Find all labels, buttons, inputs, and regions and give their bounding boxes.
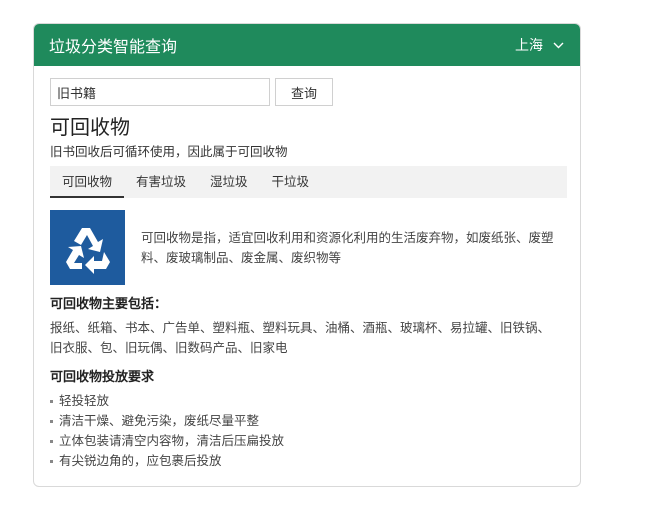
list-item: 立体包装请清空内容物，清洁后压扁投放 [50, 431, 564, 451]
requirements-title: 可回收物投放要求 [50, 370, 155, 385]
result-category: 可回收物 [50, 115, 130, 139]
search-input[interactable] [50, 78, 270, 106]
tab-wet[interactable]: 湿垃圾 [198, 166, 260, 198]
card-header: 垃圾分类智能查询 上海 [34, 24, 580, 66]
query-button[interactable]: 查询 [275, 78, 333, 106]
requirements-list: 轻投轻放 清洁干燥、避免污染，废纸尽量平整 立体包装请清空内容物，清洁后压扁投放… [50, 391, 564, 471]
chevron-down-icon [553, 42, 564, 48]
city-selector[interactable]: 上海 [515, 35, 564, 55]
includes-text: 报纸、纸箱、书本、广告单、塑料瓶、塑料玩具、油桶、酒瓶、玻璃杯、易拉罐、旧铁锅、… [50, 320, 551, 355]
list-item: 轻投轻放 [50, 391, 564, 411]
card-title: 垃圾分类智能查询 [49, 37, 178, 56]
result-description: 旧书回收后可循环使用，因此属于可回收物 [50, 144, 288, 159]
category-intro-text: 可回收物是指，适宜回收利用和资源化利用的生活废弃物，如废纸张、废塑料、废玻璃制品… [141, 230, 554, 265]
tab-recyclable[interactable]: 可回收物 [50, 166, 125, 198]
bullet-icon [50, 419, 53, 423]
garbage-query-card: 垃圾分类智能查询 上海 查询 可回收物 旧书回收后可循环使用，因此属于可回收物 … [33, 23, 581, 487]
search-row: 查询 [50, 78, 564, 106]
category-intro: 可回收物是指，适宜回收利用和资源化利用的生活废弃物，如废纸张、废塑料、废玻璃制品… [50, 210, 564, 285]
category-tabs: 可回收物 有害垃圾 湿垃圾 干垃圾 [50, 166, 567, 198]
includes-title: 可回收物主要包括： [50, 297, 168, 312]
city-label: 上海 [515, 38, 543, 54]
bullet-icon [50, 439, 53, 443]
list-item: 清洁干燥、避免污染，废纸尽量平整 [50, 411, 564, 431]
bullet-icon [50, 459, 53, 463]
bullet-icon [50, 399, 53, 403]
list-item: 有尖锐边角的，应包裹后投放 [50, 451, 564, 471]
recycle-icon [50, 210, 125, 285]
tab-dry[interactable]: 干垃圾 [260, 166, 322, 198]
tab-hazardous[interactable]: 有害垃圾 [124, 166, 198, 198]
